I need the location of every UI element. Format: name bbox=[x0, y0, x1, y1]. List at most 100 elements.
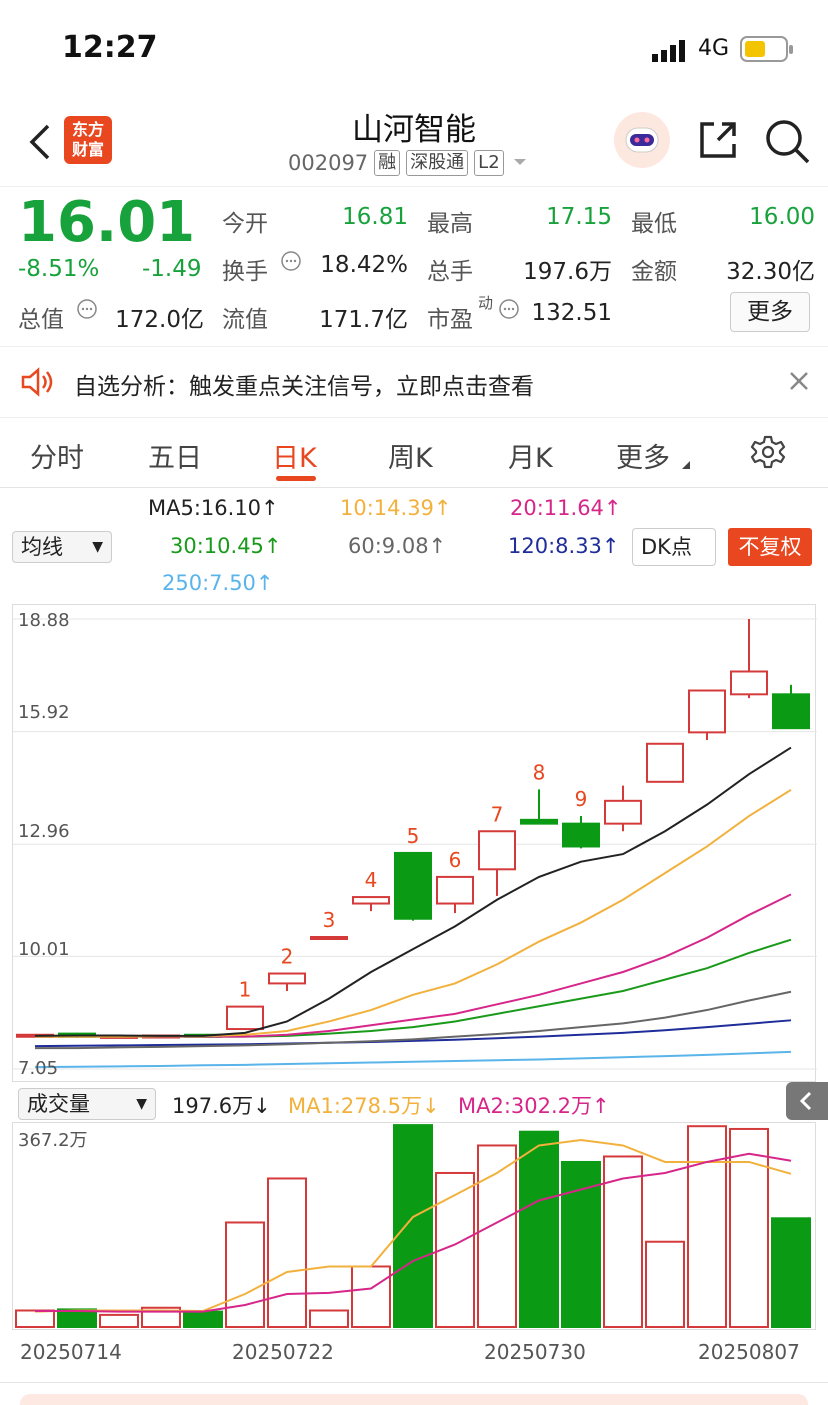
volume-max-label: 367.2万 bbox=[18, 1130, 88, 1151]
tab-five-day[interactable]: 五日 bbox=[148, 436, 202, 475]
kline-chart: 1 2 3 4 5 6 7 8 9 bbox=[13, 618, 817, 1070]
signal-number: 1 bbox=[239, 978, 252, 1002]
bottom-banner[interactable] bbox=[20, 1394, 808, 1405]
stock-code-line[interactable]: 002097 融 深股通 L2 bbox=[288, 150, 530, 176]
candle-body bbox=[394, 851, 432, 920]
volume-bar bbox=[15, 1309, 55, 1329]
candle-body bbox=[268, 972, 306, 985]
chevron-down-icon: ▼ bbox=[136, 1096, 147, 1112]
tab-intraday[interactable]: 分时 bbox=[30, 436, 84, 475]
volume-label: 总手 bbox=[427, 259, 473, 285]
adjust-button[interactable]: 不复权 bbox=[728, 528, 812, 566]
float-value-label: 流值 bbox=[222, 307, 268, 333]
turnover-value: 18.42% bbox=[320, 252, 408, 278]
dk-point-label: DK点 bbox=[641, 535, 692, 559]
signal-number: 7 bbox=[491, 802, 504, 826]
turnover-label: 换手 bbox=[222, 259, 268, 285]
high-value: 17.15 bbox=[546, 204, 612, 230]
ma10-text: 10:14.39↑ bbox=[340, 496, 452, 520]
amount-label: 金额 bbox=[631, 259, 677, 285]
speaker-icon bbox=[20, 366, 56, 402]
info-icon[interactable] bbox=[280, 250, 302, 276]
stock-code: 002097 bbox=[288, 151, 369, 175]
indicator-select-label: 均线 bbox=[21, 535, 63, 559]
ma250-line bbox=[34, 1050, 792, 1069]
open-value: 16.81 bbox=[342, 204, 408, 230]
volume-bar bbox=[99, 1313, 139, 1328]
y-tick-label: 18.88 bbox=[18, 610, 70, 631]
volume-bar bbox=[309, 1309, 349, 1329]
last-price: 16.01 bbox=[18, 190, 196, 255]
ma250-text: 250:7.50↑ bbox=[162, 571, 274, 595]
y-tick-label: 7.05 bbox=[18, 1058, 59, 1079]
low-label: 最低 bbox=[631, 211, 677, 237]
collapse-panel-button[interactable] bbox=[786, 1082, 828, 1120]
volume-bar bbox=[351, 1265, 391, 1329]
candle-body bbox=[646, 742, 684, 783]
active-tab-indicator bbox=[276, 476, 316, 481]
notice-text[interactable]: 自选分析：触发重点关注信号，立即点击查看 bbox=[74, 367, 534, 401]
pe-value: 132.51 bbox=[531, 300, 612, 326]
status-bar: 12:27 4G bbox=[0, 0, 828, 100]
battery-icon bbox=[740, 36, 794, 68]
total-value: 172.0亿 bbox=[115, 307, 204, 333]
high-label: 最高 bbox=[427, 211, 473, 237]
x-tick-label: 20250807 bbox=[698, 1340, 800, 1364]
volume-bar bbox=[645, 1240, 685, 1328]
ma120-text: 120:8.33↑ bbox=[508, 534, 620, 558]
tab-daily-k[interactable]: 日K bbox=[272, 436, 317, 475]
volume-bar bbox=[393, 1124, 433, 1329]
tag-level2: L2 bbox=[474, 150, 504, 176]
network-type: 4G bbox=[698, 36, 730, 61]
change-amount: -1.49 bbox=[142, 256, 202, 282]
volume-indicator-select[interactable]: 成交量 ▼ bbox=[18, 1088, 156, 1120]
volume-ma1-text: MA1:278.5万↓ bbox=[288, 1094, 440, 1118]
y-tick-label: 10.01 bbox=[18, 939, 70, 960]
volume-bar bbox=[225, 1221, 265, 1328]
tab-weekly-k[interactable]: 周K bbox=[388, 436, 433, 475]
total-value-label: 总值 bbox=[18, 307, 64, 333]
x-tick-label: 20250714 bbox=[20, 1340, 122, 1364]
dk-point-select[interactable]: DK点 bbox=[632, 528, 716, 566]
volume-value-text: 197.6万↓ bbox=[172, 1094, 271, 1118]
volume-chart-frame[interactable] bbox=[12, 1122, 816, 1330]
volume-select-label: 成交量 bbox=[27, 1092, 90, 1116]
volume-bar bbox=[687, 1125, 727, 1329]
close-icon[interactable] bbox=[788, 370, 810, 396]
candle-body bbox=[562, 822, 600, 848]
candle-body bbox=[478, 830, 516, 871]
more-quote-button[interactable]: 更多 bbox=[730, 292, 810, 332]
signal-number: 8 bbox=[533, 760, 546, 784]
indicator-select[interactable]: 均线 ▼ bbox=[12, 531, 112, 563]
tab-monthly-k[interactable]: 月K bbox=[508, 436, 553, 475]
change-percent: -8.51% bbox=[18, 256, 100, 282]
volume-bar bbox=[183, 1310, 223, 1329]
chevron-down-icon[interactable] bbox=[510, 151, 530, 175]
triangle-down-icon bbox=[680, 456, 692, 475]
ma120-line bbox=[34, 1019, 792, 1048]
ma30-line bbox=[35, 938, 792, 1038]
ma60-text: 60:9.08↑ bbox=[348, 534, 447, 558]
volume-bar bbox=[771, 1217, 811, 1328]
float-value: 171.7亿 bbox=[319, 307, 408, 333]
pe-sup: 动 bbox=[478, 294, 494, 312]
chevron-down-icon: ▼ bbox=[92, 539, 103, 555]
candle-body bbox=[604, 799, 642, 825]
pe-label: 市盈 bbox=[427, 307, 473, 333]
y-tick-label: 12.96 bbox=[18, 821, 70, 842]
info-icon[interactable] bbox=[76, 298, 98, 324]
gear-icon[interactable] bbox=[750, 434, 786, 474]
candle-body bbox=[352, 896, 390, 905]
signal-number: 2 bbox=[281, 945, 294, 969]
signal-icon bbox=[652, 40, 692, 66]
kline-chart-frame[interactable]: 1 2 3 4 5 6 7 8 9 bbox=[12, 604, 817, 1082]
volume-bar bbox=[267, 1177, 307, 1329]
open-label: 今开 bbox=[222, 211, 268, 237]
chevron-left-icon bbox=[799, 1091, 812, 1111]
signal-number: 3 bbox=[323, 908, 336, 932]
tab-more[interactable]: 更多 bbox=[616, 436, 670, 475]
ma5-text: MA5:16.10↑ bbox=[148, 496, 279, 520]
candle-body bbox=[772, 693, 810, 730]
volume-bar bbox=[519, 1130, 559, 1328]
signal-number: 4 bbox=[365, 868, 378, 892]
